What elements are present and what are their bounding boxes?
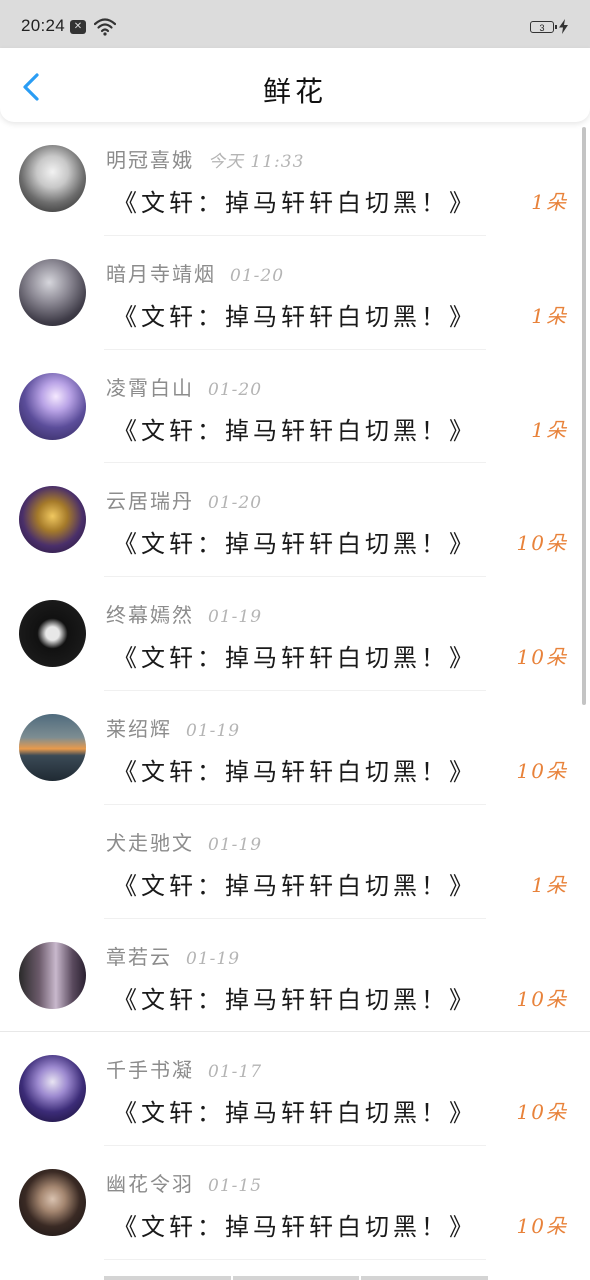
username: 暗月寺靖烟: [106, 261, 216, 286]
battery-icon: 3: [530, 21, 557, 33]
book-title: 《文轩：掉马轩轩白切黑！》: [113, 985, 477, 1014]
book-title: 《文轩：掉马轩轩白切黑！》: [113, 1099, 477, 1128]
timestamp: 01-19: [208, 834, 263, 855]
list-item[interactable]: 明冠喜娥 今天 11:33 《文轩：掉马轩轩白切黑！》 1朵: [0, 122, 590, 236]
page-title: 鲜花: [262, 75, 327, 108]
flower-count: 10朵: [516, 645, 568, 670]
timestamp: 01-19: [186, 720, 241, 741]
username: 云居瑞丹: [106, 489, 194, 514]
username: 千手书凝: [106, 1058, 194, 1083]
flower-count: 1朵: [531, 872, 568, 897]
username: 明冠喜娥: [106, 148, 194, 172]
scrollbar[interactable]: [582, 127, 586, 705]
book-title: 《文轩：掉马轩轩白切黑！》: [113, 189, 477, 217]
avatar[interactable]: [19, 258, 86, 326]
list-item[interactable]: 凌霄白山 01-20 《文轩：掉马轩轩白切黑！》 1朵: [0, 350, 590, 464]
book-title: 《文轩：掉马轩轩白切黑！》: [113, 302, 477, 331]
divider: [104, 1258, 486, 1260]
flower-count: 10朵: [516, 1100, 568, 1125]
timestamp: 01-19: [186, 948, 241, 969]
list-item[interactable]: 终幕嫣然 01-19 《文轩：掉马轩轩白切黑！》 10朵: [0, 577, 590, 691]
username: 章若云: [106, 944, 172, 969]
avatar[interactable]: [19, 600, 86, 668]
flower-list: 明冠喜娥 今天 11:33 《文轩：掉马轩轩白切黑！》 1朵 暗月寺靖烟 01-20…: [0, 122, 590, 1260]
avatar[interactable]: [19, 1055, 86, 1123]
avatar[interactable]: [19, 941, 86, 1009]
username: 终幕嫣然: [106, 603, 194, 628]
avatar[interactable]: [19, 372, 86, 440]
username: 莱绍辉: [106, 716, 172, 741]
bottom-tab[interactable]: [232, 1276, 360, 1280]
timestamp: 01-15: [208, 1176, 263, 1197]
flower-count: 1朵: [531, 417, 568, 442]
list-item[interactable]: 云居瑞丹 01-20 《文轩：掉马轩轩白切黑！》 10朵: [0, 463, 590, 578]
status-time: 20:24: [21, 16, 66, 35]
book-title: 《文轩：掉马轩轩白切黑！》: [113, 871, 477, 900]
timestamp: 01-20: [208, 493, 263, 514]
timestamp: 01-20: [230, 265, 285, 286]
nav-bar: 鲜花: [0, 48, 590, 122]
flower-count: 10朵: [516, 531, 568, 556]
list-item[interactable]: 幽花令羽 01-15 《文轩：掉马轩轩白切黑！》 10朵: [0, 1146, 590, 1260]
status-bar: 20:24 ✕ 3: [0, 0, 590, 48]
timestamp: 01-19: [208, 607, 263, 628]
book-title: 《文轩：掉马轩轩白切黑！》: [113, 416, 477, 445]
bottom-tab[interactable]: [104, 1276, 231, 1280]
flower-count: 1朵: [531, 303, 568, 328]
username: 幽花令羽: [106, 1172, 194, 1197]
list-item[interactable]: 暗月寺靖烟 01-20 《文轩：掉马轩轩白切黑！》 1朵: [0, 236, 590, 350]
book-title: 《文轩：掉马轩轩白切黑！》: [113, 530, 477, 559]
list-item[interactable]: 千手书凝 01-17 《文轩：掉马轩轩白切黑！》 10朵: [0, 1032, 590, 1147]
bottom-tab[interactable]: [361, 1276, 489, 1280]
avatar[interactable]: [19, 486, 86, 554]
list-item[interactable]: 莱绍辉 01-19 《文轩：掉马轩轩白切黑！》 10朵: [0, 691, 590, 805]
book-title: 《文轩：掉马轩轩白切黑！》: [113, 1213, 477, 1242]
flower-count: 10朵: [516, 1214, 568, 1239]
username: 凌霄白山: [106, 375, 194, 400]
list-item[interactable]: 章若云 01-19 《文轩：掉马轩轩白切黑！》 10朵: [0, 919, 590, 1033]
flower-count: 10朵: [516, 986, 568, 1011]
book-title: 《文轩：掉马轩轩白切黑！》: [113, 644, 477, 673]
wifi-icon: [94, 18, 116, 36]
flower-count: 1朵: [531, 190, 568, 214]
charging-icon: [559, 19, 568, 34]
book-title: 《文轩：掉马轩轩白切黑！》: [113, 757, 477, 786]
timestamp: 01-20: [208, 379, 263, 400]
timestamp: 今天 11:33: [208, 152, 305, 172]
list-item[interactable]: 犬走驰文 01-19 《文轩：掉马轩轩白切黑！》 1朵: [0, 805, 590, 919]
notification-icon: ✕: [70, 20, 86, 34]
bottom-tab-strip: [104, 1276, 489, 1280]
timestamp: 01-17: [208, 1062, 263, 1083]
avatar[interactable]: [19, 713, 86, 781]
username: 犬走驰文: [106, 830, 194, 855]
avatar[interactable]: [19, 1169, 86, 1237]
avatar[interactable]: [19, 145, 86, 212]
flower-count: 10朵: [516, 758, 568, 783]
